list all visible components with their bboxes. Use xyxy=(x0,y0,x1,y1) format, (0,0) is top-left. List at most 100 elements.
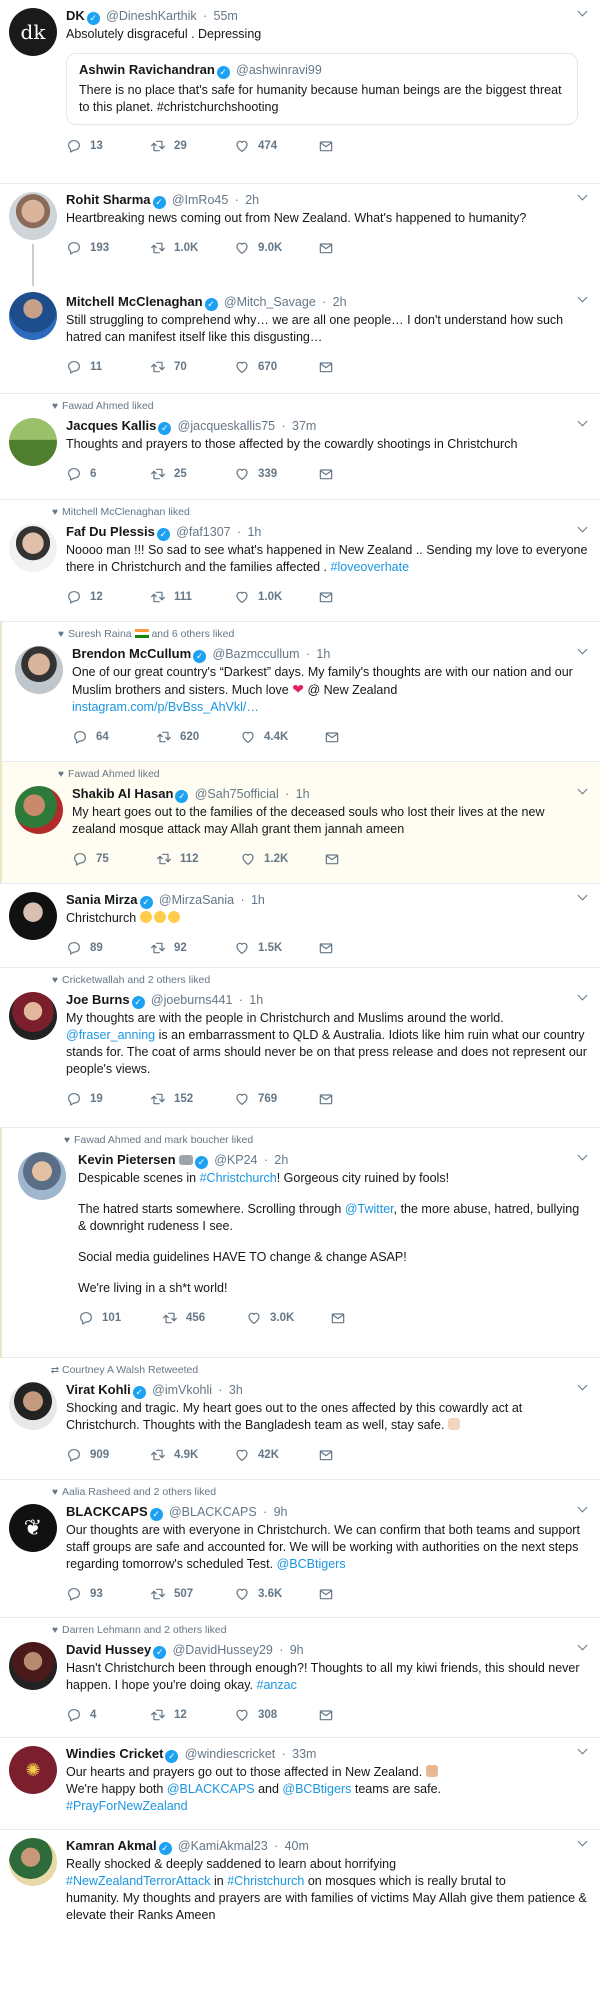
chevron-down-icon[interactable] xyxy=(578,1746,588,1756)
author-name[interactable]: Sania Mirza xyxy=(66,892,138,907)
author-name[interactable]: BLACKCAPS xyxy=(66,1504,148,1519)
mention-link[interactable]: @BCBtigers xyxy=(282,1782,351,1796)
tweet[interactable]: ✺ Windies Cricket ✓ @windiescricket · 33m… xyxy=(0,1738,600,1830)
reply-button[interactable]: 93 xyxy=(66,1586,150,1602)
tweet-time[interactable]: 37m xyxy=(292,419,316,433)
mention-link[interactable]: @BLACKCAPS xyxy=(167,1782,255,1796)
reply-button[interactable]: 89 xyxy=(66,940,150,956)
hashtag-link[interactable]: #NewZealandTerrorAttack xyxy=(66,1874,211,1888)
avatar[interactable] xyxy=(9,524,57,572)
reply-button[interactable]: 909 xyxy=(66,1447,150,1463)
tweet[interactable]: ♥ Cricketwallah and 2 others liked Joe Bu… xyxy=(0,968,600,1128)
chevron-down-icon[interactable] xyxy=(578,646,588,656)
chevron-down-icon[interactable] xyxy=(578,8,588,18)
chevron-down-icon[interactable] xyxy=(578,1642,588,1652)
like-button[interactable]: 308 xyxy=(234,1707,318,1723)
author-name[interactable]: Jacques Kallis xyxy=(66,418,156,433)
author-handle[interactable]: @joeburns441 xyxy=(151,993,233,1007)
retweet-button[interactable]: 111 xyxy=(150,589,234,605)
tweet-time[interactable]: 33m xyxy=(292,1747,316,1761)
reply-button[interactable]: 193 xyxy=(66,240,150,256)
avatar[interactable]: ❦ xyxy=(9,1504,57,1552)
tweet[interactable]: Sania Mirza ✓ @MirzaSania · 1h Christchur… xyxy=(0,884,600,968)
author-name[interactable]: Kevin Pietersen xyxy=(78,1152,176,1167)
author-handle[interactable]: @KP24 xyxy=(214,1153,257,1167)
retweet-button[interactable]: 25 xyxy=(150,466,234,482)
mention-link[interactable]: @fraser_anning xyxy=(66,1028,155,1042)
chevron-down-icon[interactable] xyxy=(578,1504,588,1514)
dm-button[interactable] xyxy=(318,359,402,375)
tweet[interactable]: ♥ Fawad Ahmed liked Shakib Al Hasan ✓ @Sah… xyxy=(0,762,600,884)
like-button[interactable]: 4.4K xyxy=(240,729,324,745)
author-handle[interactable]: @Bazmccullum xyxy=(213,647,300,661)
author-handle[interactable]: @ImRo45 xyxy=(172,193,228,207)
retweet-button[interactable]: 12 xyxy=(150,1707,234,1723)
chevron-down-icon[interactable] xyxy=(578,192,588,202)
dm-button[interactable] xyxy=(318,138,402,154)
tweet-time[interactable]: 1h xyxy=(247,525,261,539)
tweet[interactable]: ♥ Suresh Raina and 6 others liked Brendon… xyxy=(0,622,600,762)
like-button[interactable]: 339 xyxy=(234,466,318,482)
tweet-time[interactable]: 1h xyxy=(296,787,310,801)
avatar[interactable] xyxy=(9,418,57,466)
url-link[interactable]: instagram.com/p/BvBss_AhVkl/… xyxy=(72,700,259,714)
tweet[interactable]: ⇄ Courtney A Walsh Retweeted Virat Kohli ✓… xyxy=(0,1358,600,1480)
author-name[interactable]: Shakib Al Hasan xyxy=(72,786,173,801)
hashtag-link[interactable]: #anzac xyxy=(257,1678,297,1692)
chevron-down-icon[interactable] xyxy=(578,524,588,534)
tweet[interactable]: dk DK ✓ @DineshKarthik · 55m Absolutely d… xyxy=(0,0,600,184)
mention-link[interactable]: @Twitter xyxy=(345,1202,394,1216)
author-handle[interactable]: @faf1307 xyxy=(176,525,230,539)
tweet[interactable]: ♥ Fawad Ahmed and mark boucher liked Kevi… xyxy=(0,1128,600,1358)
author-name[interactable]: Faf Du Plessis xyxy=(66,524,155,539)
reply-button[interactable]: 11 xyxy=(66,359,150,375)
quoted-tweet[interactable]: Ashwin Ravichandran ✓ @ashwinravi99 There… xyxy=(66,53,578,125)
reply-button[interactable]: 4 xyxy=(66,1707,150,1723)
avatar[interactable] xyxy=(9,892,57,940)
hashtag-link[interactable]: #Christchurch xyxy=(227,1874,304,1888)
avatar[interactable]: dk xyxy=(9,8,57,56)
avatar[interactable] xyxy=(9,1642,57,1690)
chevron-down-icon[interactable] xyxy=(578,1838,588,1848)
retweet-button[interactable]: 456 xyxy=(162,1310,246,1326)
tweet-time[interactable]: 55m xyxy=(214,9,238,23)
avatar[interactable] xyxy=(15,786,63,834)
author-name[interactable]: Mitchell McClenaghan xyxy=(66,294,203,309)
retweet-button[interactable]: 152 xyxy=(150,1091,234,1107)
dm-button[interactable] xyxy=(318,240,402,256)
author-name[interactable]: Windies Cricket xyxy=(66,1746,163,1761)
reply-button[interactable]: 64 xyxy=(72,729,156,745)
author-handle[interactable]: @DavidHussey29 xyxy=(173,1643,273,1657)
reply-button[interactable]: 19 xyxy=(66,1091,150,1107)
author-handle[interactable]: @MirzaSania xyxy=(159,893,234,907)
like-button[interactable]: 42K xyxy=(234,1447,318,1463)
like-button[interactable]: 9.0K xyxy=(234,240,318,256)
avatar[interactable] xyxy=(9,292,57,340)
author-name[interactable]: Brendon McCullum xyxy=(72,646,191,661)
chevron-down-icon[interactable] xyxy=(578,418,588,428)
tweet-time[interactable]: 2h xyxy=(274,1153,288,1167)
tweet-time[interactable]: 2h xyxy=(333,295,347,309)
tweet-time[interactable]: 1h xyxy=(251,893,265,907)
hashtag-link[interactable]: #Christchurch xyxy=(200,1171,277,1185)
tweet-time[interactable]: 40m xyxy=(285,1839,309,1853)
tweet-time[interactable]: 9h xyxy=(290,1643,304,1657)
author-handle[interactable]: @imVkohli xyxy=(152,1383,212,1397)
dm-button[interactable] xyxy=(330,1310,414,1326)
retweet-button[interactable]: 620 xyxy=(156,729,240,745)
tweet-time[interactable]: 1h xyxy=(249,993,263,1007)
like-button[interactable]: 1.2K xyxy=(240,851,324,867)
like-button[interactable]: 670 xyxy=(234,359,318,375)
retweet-button[interactable]: 92 xyxy=(150,940,234,956)
chevron-down-icon[interactable] xyxy=(578,892,588,902)
dm-button[interactable] xyxy=(318,1447,402,1463)
chevron-down-icon[interactable] xyxy=(578,294,588,304)
author-name[interactable]: Kamran Akmal xyxy=(66,1838,157,1853)
author-name[interactable]: Virat Kohli xyxy=(66,1382,131,1397)
like-button[interactable]: 769 xyxy=(234,1091,318,1107)
author-name[interactable]: David Hussey xyxy=(66,1642,151,1657)
mention-link[interactable]: @BCBtigers xyxy=(277,1557,346,1571)
like-button[interactable]: 3.0K xyxy=(246,1310,330,1326)
dm-button[interactable] xyxy=(318,1707,402,1723)
retweet-button[interactable]: 29 xyxy=(150,138,234,154)
